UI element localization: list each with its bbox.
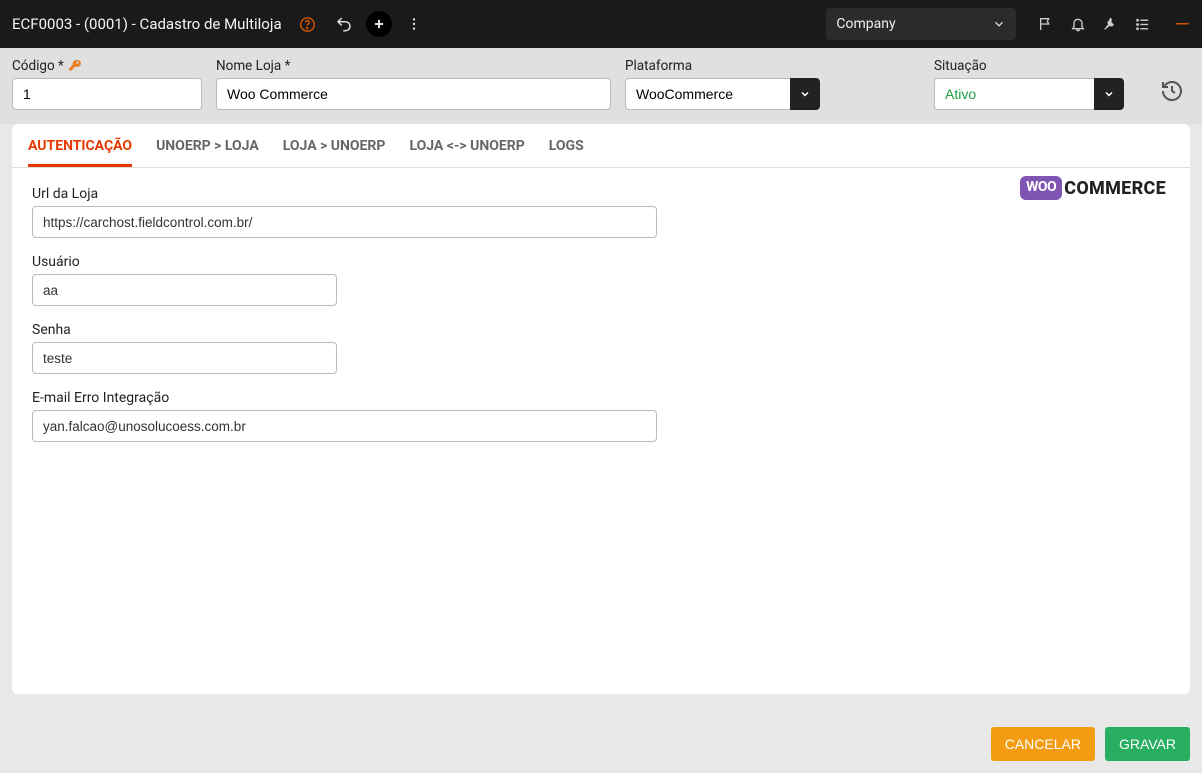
woocommerce-logo: WOO COMMERCE — [1020, 176, 1166, 200]
pin-icon[interactable] — [1102, 16, 1122, 32]
header-fieldbar: Código * Nome Loja * Plataforma Situação — [0, 48, 1202, 124]
plataforma-chevron-down-icon[interactable] — [790, 78, 820, 110]
woo-commerce-text: COMMERCE — [1064, 178, 1166, 199]
tab-autenticacao[interactable]: AUTENTICAÇÃO — [28, 124, 132, 167]
field-situacao: Situação — [934, 58, 1124, 110]
bell-icon[interactable] — [1070, 16, 1090, 32]
tab-loja-unoerp[interactable]: LOJA > UNOERP — [283, 124, 386, 167]
help-icon[interactable] — [294, 10, 322, 38]
senha-input[interactable] — [32, 342, 337, 374]
field-plataforma: Plataforma — [625, 58, 820, 110]
codigo-label-text: Código * — [12, 58, 64, 74]
key-icon — [68, 59, 82, 73]
list-icon[interactable] — [1134, 16, 1154, 33]
usuario-input[interactable] — [32, 274, 337, 306]
cancel-button[interactable]: CANCELAR — [991, 727, 1095, 761]
tab-loja-bidir-unoerp[interactable]: LOJA <-> UNOERP — [409, 124, 524, 167]
url-loja-label: Url da Loja — [32, 186, 1170, 202]
tab-logs[interactable]: LOGS — [549, 124, 584, 167]
window-title: ECF0003 - (0001) - Cadastro de Multiloja — [12, 15, 282, 33]
field-nome-loja: Nome Loja * — [216, 58, 611, 110]
email-erro-label: E-mail Erro Integração — [32, 390, 1170, 406]
codigo-input[interactable] — [12, 78, 202, 110]
field-senha: Senha — [32, 322, 1170, 374]
situacao-label: Situação — [934, 58, 1124, 74]
field-url-loja: Url da Loja — [32, 186, 1170, 238]
situacao-chevron-down-icon[interactable] — [1094, 78, 1124, 110]
url-loja-input[interactable] — [32, 206, 657, 238]
add-icon[interactable] — [366, 11, 392, 37]
nome-loja-input[interactable] — [216, 78, 611, 110]
plataforma-select[interactable] — [625, 78, 790, 110]
topbar: ECF0003 - (0001) - Cadastro de Multiloja… — [0, 0, 1202, 48]
more-vertical-icon[interactable] — [400, 10, 428, 38]
senha-label: Senha — [32, 322, 1170, 338]
company-selector[interactable]: Company — [826, 8, 1016, 40]
flag-icon[interactable] — [1038, 16, 1058, 32]
tabs-bar: AUTENTICAÇÃO UNOERP > LOJA LOJA > UNOERP… — [12, 124, 1190, 168]
topbar-right-icons — [1038, 16, 1154, 33]
email-erro-input[interactable] — [32, 410, 657, 442]
field-usuario: Usuário — [32, 254, 1170, 306]
minimize-icon[interactable]: — — [1174, 12, 1190, 36]
tab-unoerp-loja[interactable]: UNOERP > LOJA — [156, 124, 259, 167]
tab-content-autenticacao: WOO COMMERCE Url da Loja Usuário Senha E… — [12, 168, 1190, 476]
codigo-label: Código * — [12, 58, 202, 74]
history-icon[interactable] — [1154, 74, 1190, 110]
undo-icon[interactable] — [330, 10, 358, 38]
chevron-down-icon — [992, 17, 1006, 31]
situacao-select[interactable] — [934, 78, 1094, 110]
plataforma-label: Plataforma — [625, 58, 820, 74]
usuario-label: Usuário — [32, 254, 1170, 270]
company-selector-label: Company — [836, 16, 895, 32]
field-email-erro: E-mail Erro Integração — [32, 390, 1170, 442]
main-panel: AUTENTICAÇÃO UNOERP > LOJA LOJA > UNOERP… — [12, 124, 1190, 694]
woo-bubble-text: WOO — [1020, 176, 1062, 200]
nome-loja-label: Nome Loja * — [216, 58, 611, 74]
footer-bar: CANCELAR GRAVAR — [0, 715, 1202, 773]
field-codigo: Código * — [12, 58, 202, 110]
save-button[interactable]: GRAVAR — [1105, 727, 1190, 761]
